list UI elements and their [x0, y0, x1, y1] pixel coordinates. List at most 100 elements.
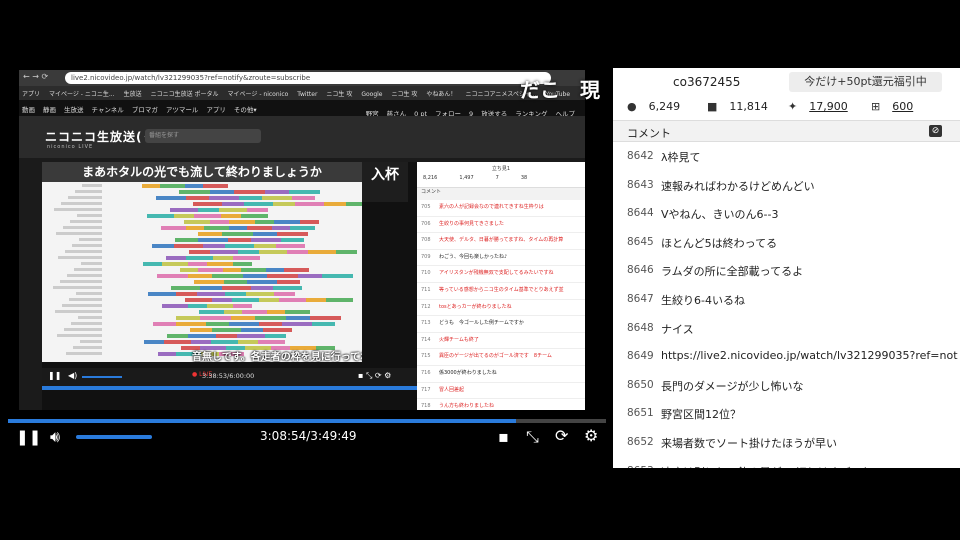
race-chart-segment	[180, 268, 198, 272]
embedded-comment-number: 718	[421, 403, 431, 410]
race-chart-label-line	[77, 214, 102, 217]
race-chart-segment	[216, 334, 237, 338]
comment-toggle-icon[interactable]: ▪	[498, 427, 509, 446]
race-chart-segment	[285, 310, 310, 314]
nico-nav-item[interactable]: 動画	[22, 104, 35, 114]
race-chart-segment	[170, 208, 198, 212]
comment-row[interactable]: 8652 来場者数でソート掛けたほうが早い	[613, 428, 960, 457]
comment-number: 8647	[627, 293, 654, 305]
player-controls: ❚❚ 🔊︎ 3:08:54/3:49:49 ▪ ⤡ ⟳ ⚙	[0, 417, 613, 455]
seek-bar-progress	[8, 419, 517, 423]
pause-icon[interactable]: ❚❚	[16, 428, 41, 446]
bookmark-item[interactable]: 生放送	[124, 89, 142, 98]
race-chart-segment	[324, 202, 346, 206]
race-chart-segment	[148, 292, 176, 296]
nico-nav-user-item[interactable]: ランキング	[515, 108, 547, 116]
reload-icon[interactable]: ⟳	[555, 426, 568, 445]
race-chart-segment	[204, 226, 229, 230]
race-chart-segment	[200, 316, 231, 320]
race-chart-segment	[176, 322, 206, 326]
promo-button[interactable]: 今だけ+50pt還元福引中	[789, 72, 942, 92]
comment-row[interactable]: 8645 ほとんど5は終わってる	[613, 228, 960, 257]
nico-nav-item[interactable]: アツマール	[166, 104, 199, 114]
nico-nav-item[interactable]: ブロマガ	[132, 104, 158, 114]
nico-nav-user-item[interactable]: フォロー	[435, 108, 461, 116]
gift-points[interactable]: ⊞ 600	[871, 100, 913, 113]
race-chart-label-line	[53, 286, 102, 289]
nico-nav-item[interactable]: 静画	[43, 104, 56, 114]
embedded-comment-text: 火輝チームも終了	[439, 336, 479, 343]
race-chart-label-line	[58, 256, 102, 259]
gift-points-value[interactable]: 600	[892, 100, 913, 113]
bookmark-item[interactable]: ニコ生 攻	[326, 89, 352, 98]
embedded-comment-number: 711	[421, 286, 431, 293]
race-chart-segment	[267, 274, 298, 278]
race-chart-row	[102, 280, 357, 284]
bookmark-item[interactable]: マイページ - ニコニ生...	[49, 89, 115, 98]
embedded-comment-row: 709 わごう、今回も楽しかったね♪	[417, 250, 585, 267]
volume-icon[interactable]: 🔊︎	[50, 427, 60, 447]
seek-bar[interactable]	[8, 419, 606, 423]
bookmark-item[interactable]: ニコ生 攻	[392, 89, 418, 98]
comment-row[interactable]: 8648 ナイス	[613, 314, 960, 343]
ad-points-value[interactable]: 17,900	[809, 100, 848, 113]
volume-slider[interactable]	[76, 435, 152, 439]
bookmark-item[interactable]: Google	[361, 91, 382, 98]
comment-row[interactable]: 8647 生絞り6-4いるね	[613, 285, 960, 314]
nico-nav-item[interactable]: 生放送	[64, 104, 84, 114]
race-chart-bars	[102, 184, 362, 360]
bookmark-item[interactable]: Twitter	[297, 91, 317, 98]
niconico-live-sublogo: niconico LIVE	[47, 144, 94, 150]
race-chart-row	[102, 328, 357, 332]
address-bar[interactable]: live2.nicovideo.jp/watch/lv321299035?ref…	[65, 72, 551, 84]
embedded-comment-row: 716 係3000が終わりましたね	[417, 366, 585, 383]
race-chart-segment	[239, 196, 262, 200]
comment-filter-icon[interactable]: ⊘	[929, 125, 942, 137]
nico-nav-user-item[interactable]: 慈さん	[387, 108, 407, 116]
nico-nav-item[interactable]: その他▾	[234, 104, 257, 114]
race-chart-segment	[253, 232, 277, 236]
race-chart-segment	[244, 202, 273, 206]
nico-nav-user-item[interactable]: 野宮	[366, 108, 379, 116]
race-chart-segment	[158, 352, 176, 356]
nico-nav-item[interactable]: チャンネル	[92, 104, 124, 114]
comment-row[interactable]: 8646 ラムダの所に全部載ってるよ	[613, 256, 960, 285]
comment-header-label: コメント	[627, 127, 671, 140]
comment-number: 8645	[627, 235, 654, 248]
race-chart-segment	[174, 214, 194, 218]
race-chart-label-line	[73, 346, 102, 349]
race-chart-label-line	[72, 244, 102, 247]
program-search-input[interactable]: 番組を探す	[145, 129, 261, 143]
race-chart-segment	[174, 244, 203, 248]
stream-caption: 音無しです。各走者の枠を見に行ってね☆	[192, 352, 362, 362]
race-chart-segment	[289, 190, 320, 194]
race-chart-row	[102, 268, 357, 272]
race-chart-segment	[247, 226, 272, 230]
comment-row[interactable]: 8649 https://live2.nicovideo.jp/watch/lv3…	[613, 342, 960, 371]
bookmark-item[interactable]: ニコニコ生放送 ポータル	[151, 89, 219, 98]
race-chart-team-labels	[44, 184, 102, 360]
race-chart-segment	[242, 310, 267, 314]
race-chart-segment	[282, 322, 312, 326]
nico-nav-user-item[interactable]: ヘルプ	[556, 108, 576, 116]
community-id[interactable]: co3672455	[673, 75, 740, 89]
video-player[interactable]: ← → ⟳ live2.nicovideo.jp/watch/lv3212990…	[0, 68, 613, 455]
comment-row[interactable]: 8653 速度は別にして飲み量が20切りはすごいね	[613, 457, 960, 468]
bookmark-item[interactable]: やねあん！	[426, 89, 456, 98]
comment-row[interactable]: 8651 野宮区間12位？	[613, 399, 960, 428]
bookmark-item[interactable]: アプリ	[22, 89, 40, 98]
comment-row[interactable]: 8643 速報みればわかるけどめんどい	[613, 171, 960, 200]
bookmark-item[interactable]: マイページ - niconico	[228, 89, 289, 98]
comment-row[interactable]: 8644 Vやねん、きいのん6--3	[613, 199, 960, 228]
comment-list[interactable]: 8642 λ枠見て 8643 速報みればわかるけどめんどい 8644 Vやねん、きいのん6…	[613, 142, 960, 468]
race-chart-segment	[234, 190, 265, 194]
ad-points[interactable]: ✦ 17,900	[788, 100, 848, 113]
fullscreen-icon[interactable]: ⤡	[526, 427, 539, 447]
settings-gear-icon[interactable]: ⚙	[584, 426, 598, 445]
comment-row[interactable]: 8642 λ枠見て	[613, 142, 960, 171]
nico-nav-user-item[interactable]: 放送する	[481, 108, 507, 116]
race-chart-segment	[144, 340, 164, 344]
embedded-volume-icon: ◀)	[68, 371, 78, 380]
comment-row[interactable]: 8650 長門のダメージが少し怖いな	[613, 371, 960, 400]
nico-nav-item[interactable]: アプリ	[206, 104, 226, 114]
